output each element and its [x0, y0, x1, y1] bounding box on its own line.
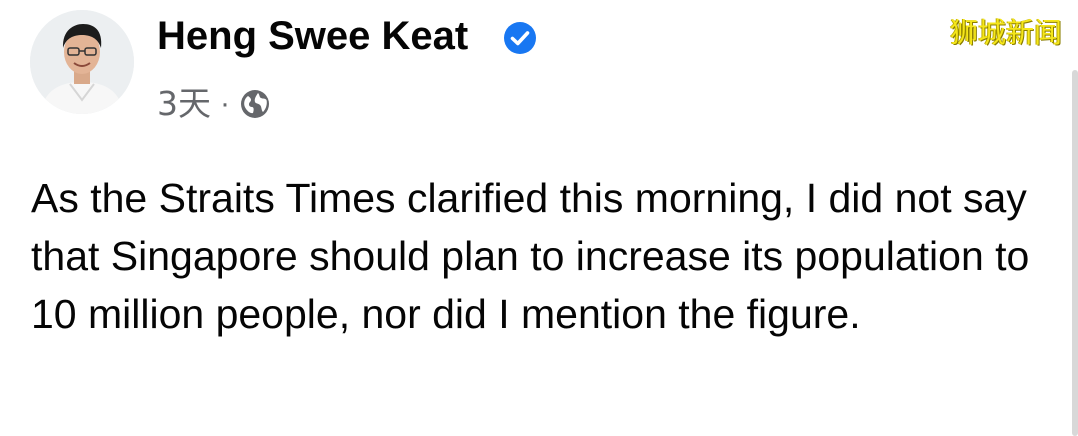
facebook-post: Heng Swee Keat 3天 · 狮城新闻 As the Straits … — [0, 0, 1078, 436]
meta-separator: · — [220, 87, 230, 120]
globe-icon[interactable] — [239, 88, 271, 120]
post-meta: 3天 · — [157, 82, 271, 126]
verified-badge-icon — [504, 22, 536, 54]
author-avatar[interactable] — [30, 10, 134, 114]
avatar-image — [30, 10, 134, 114]
author-name[interactable]: Heng Swee Keat — [157, 10, 468, 62]
watermark-logo: 狮城新闻 — [949, 16, 1062, 49]
post-timestamp[interactable]: 3天 — [157, 82, 211, 126]
scrollbar[interactable] — [1072, 70, 1078, 436]
post-body-text: As the Straits Times clarified this morn… — [31, 175, 1030, 337]
